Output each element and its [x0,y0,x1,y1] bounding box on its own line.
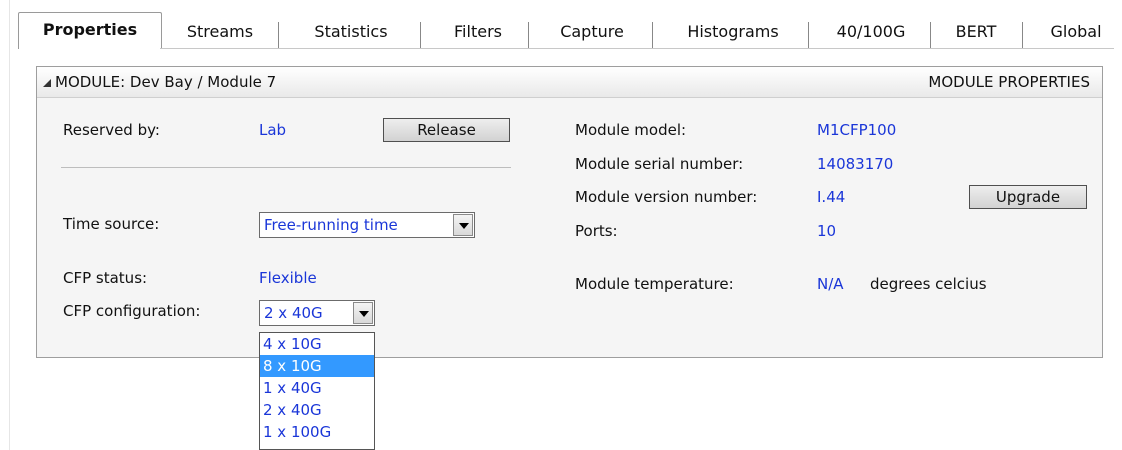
tab-streams[interactable]: Streams [168,18,272,46]
temperature-value: N/A [817,275,844,293]
version-number-label: Module version number: [575,188,758,206]
left-border [9,0,10,450]
tab-separator [1022,22,1023,48]
module-title: MODULE: Dev Bay / Module 7 [55,73,277,91]
reserved-by-label: Reserved by: [63,121,160,139]
tab-bar: Properties Streams Statistics Filters Ca… [18,8,1122,49]
tab-capture[interactable]: Capture [536,18,648,46]
tab-filters[interactable]: Filters [428,18,528,46]
tab-bert[interactable]: BERT [936,18,1016,46]
chevron-down-icon[interactable] [353,302,373,324]
tab-separator [930,22,931,48]
tab-separator [528,22,529,48]
cfp-config-value: 2 x 40G [264,304,323,322]
cfp-config-label: CFP configuration: [63,302,201,320]
dropdown-option[interactable]: 2 x 40G [260,399,374,421]
dropdown-option-highlighted[interactable]: 8 x 10G [260,355,374,377]
tab-global[interactable]: Global [1030,18,1122,46]
tab-separator [278,22,279,48]
time-source-value: Free-running time [264,216,398,234]
cfp-config-dropdown: 4 x 10G 8 x 10G 1 x 40G 2 x 40G 1 x 100G [259,332,375,450]
temperature-label: Module temperature: [575,275,734,293]
tab-separator [652,22,653,48]
tab-baseline [160,48,1114,49]
dropdown-option[interactable]: 1 x 40G [260,377,374,399]
module-model-label: Module model: [575,121,687,139]
triangle-down-icon[interactable] [41,75,53,93]
tab-histograms[interactable]: Histograms [660,18,806,46]
ports-value: 10 [817,222,837,240]
ports-label: Ports: [575,222,618,240]
chevron-down-icon[interactable] [453,214,473,236]
time-source-select[interactable]: Free-running time [259,212,475,238]
cfp-status-value: Flexible [259,269,317,287]
module-model-value: M1CFP100 [817,121,897,139]
tab-separator [420,22,421,48]
divider [61,167,511,168]
tab-40-100g[interactable]: 40/100G [816,18,926,46]
release-button[interactable]: Release [383,118,510,142]
cfp-status-label: CFP status: [63,269,148,287]
serial-number-value: 14083170 [817,155,894,173]
dropdown-option[interactable]: 4 x 10G [260,333,374,355]
tab-properties[interactable]: Properties [18,12,162,49]
temperature-unit: degrees celcius [870,275,987,293]
reserved-by-value: Lab [259,121,287,139]
cfp-config-select[interactable]: 2 x 40G [259,300,375,326]
time-source-label: Time source: [63,215,160,233]
module-panel: MODULE: Dev Bay / Module 7 MODULE PROPER… [36,66,1103,358]
module-header[interactable]: MODULE: Dev Bay / Module 7 MODULE PROPER… [37,67,1102,98]
tab-statistics[interactable]: Statistics [286,18,416,46]
section-title: MODULE PROPERTIES [928,73,1090,91]
dropdown-option[interactable]: 1 x 100G [260,421,374,443]
version-number-value: I.44 [817,188,846,206]
tab-separator [808,22,809,48]
upgrade-button[interactable]: Upgrade [969,185,1087,209]
serial-number-label: Module serial number: [575,155,744,173]
